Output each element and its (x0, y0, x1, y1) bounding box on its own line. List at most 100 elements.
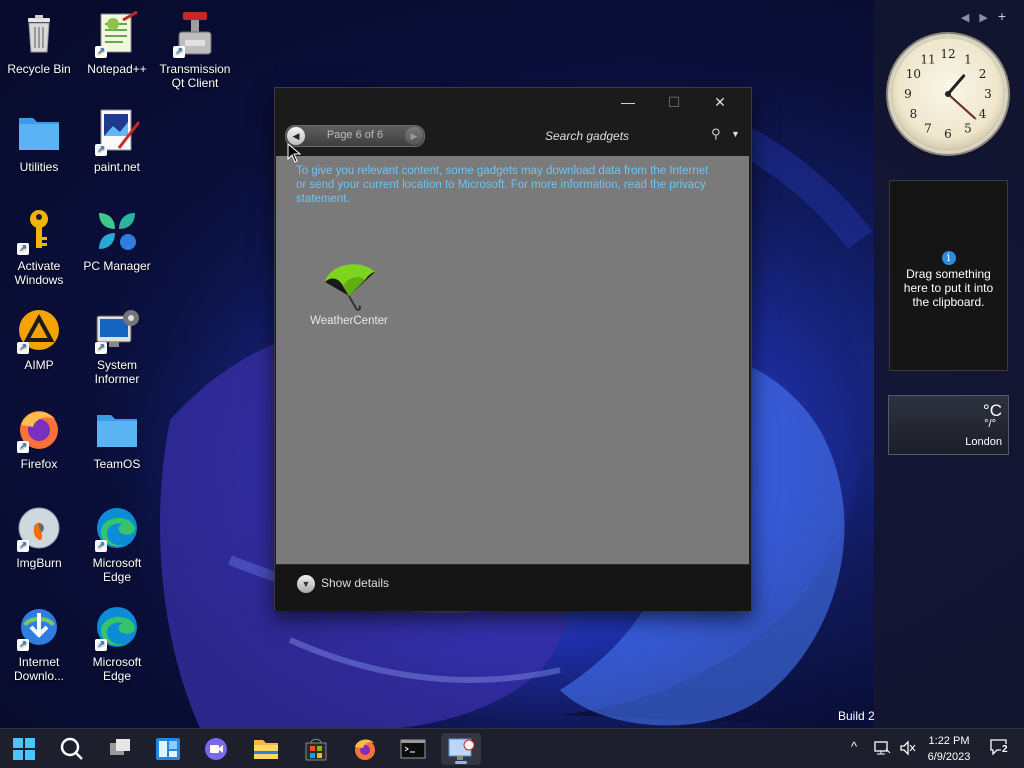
clock-numeral: 11 (920, 52, 935, 66)
desktop-icon-microsoft-edge[interactable]: ↗ Microsoft Edge (79, 504, 155, 584)
show-details-button[interactable]: Show details (321, 576, 389, 590)
build-watermark: Build 2 (838, 709, 875, 723)
folder-icon (93, 405, 141, 453)
file-explorer-button[interactable] (246, 733, 286, 765)
shortcut-arrow-icon: ↗ (95, 342, 107, 354)
desktop-icon-pc-manager[interactable]: PC Manager (79, 207, 155, 273)
desktop-icon-aimp[interactable]: ↗ AIMP (1, 306, 77, 372)
page-indicator: Page 6 of 6 (326, 129, 384, 141)
desktop-gadgets-button[interactable] (441, 733, 481, 765)
info-icon: i (941, 251, 956, 265)
widgets-icon (156, 738, 180, 760)
start-button[interactable] (4, 733, 44, 765)
desktop-icon-activate-windows[interactable]: ↗ Activate Windows (1, 207, 77, 287)
clock-time: 1:22 PM (928, 735, 970, 747)
gadget-item-weathercenter[interactable]: WeatherCenter (306, 256, 392, 327)
sidebar-nav: ◀▶+ (961, 8, 1016, 24)
minimize-button[interactable]: — (605, 88, 651, 116)
taskbar-search-button[interactable] (52, 733, 92, 765)
widgets-button[interactable] (148, 733, 188, 765)
search-gadgets-input[interactable]: Search gadgets (545, 129, 629, 143)
clock-numeral: 3 (984, 87, 992, 101)
gadget-gallery-window: — ☐ ✕ ◀ Page 6 of 6 ▶ Search gadgets ⚲ ▼… (274, 87, 752, 611)
desktop-icon-transmission[interactable]: ↗ Transmission Qt Client (157, 10, 233, 90)
clock-numeral: 5 (964, 122, 972, 136)
desktop-icon-microsoft-edge-2[interactable]: ↗ Microsoft Edge (79, 603, 155, 683)
desktop-icon-label: Utilities (19, 160, 59, 174)
shortcut-arrow-icon: ↗ (17, 639, 29, 651)
gadget-label: WeatherCenter (310, 315, 388, 327)
search-icon (60, 737, 83, 760)
task-view-button[interactable] (100, 733, 140, 765)
system-clock[interactable]: 1:22 PM 6/9/2023 (922, 733, 976, 765)
clipboard-gadget[interactable]: i Drag something here to put it into the… (889, 180, 1008, 371)
transmission-icon: ↗ (171, 10, 219, 58)
clock-numeral: 10 (906, 67, 921, 81)
umbrella-icon (325, 264, 375, 311)
desktop-icon-system-informer[interactable]: ↗ System Informer (79, 306, 155, 386)
desktop-icon-label: Firefox (20, 457, 58, 471)
desktop-icon-teamos[interactable]: TeamOS (79, 405, 155, 471)
clock-numeral: 2 (979, 67, 987, 81)
desktop-icon-recycle-bin[interactable]: Recycle Bin (1, 10, 77, 76)
aimp-icon: ↗ (15, 306, 63, 354)
chevron-down-icon[interactable]: ▼ (731, 129, 740, 139)
clock-gadget[interactable]: 1 2 3 4 5 6 7 8 9 10 11 12 (892, 38, 1004, 150)
maximize-button[interactable]: ☐ (651, 88, 697, 116)
gallery-footer: ▼ Show details (275, 564, 751, 611)
sidebar-prev-button[interactable]: ◀ (961, 12, 979, 24)
clock-hour-hand (946, 74, 966, 96)
edge-icon: ↗ (93, 504, 141, 552)
folder-icon (15, 108, 63, 156)
desktop-icon-label: Notepad++ (87, 62, 147, 76)
chevron-down-icon[interactable]: ▼ (297, 575, 315, 593)
desktop-icon-firefox[interactable]: ↗ Firefox (1, 405, 77, 471)
clock-numeral: 6 (944, 127, 952, 141)
desktop-icon-imgburn[interactable]: ↗ ImgBurn (1, 504, 77, 570)
mouse-cursor-icon (287, 143, 301, 163)
clock-second-hand (947, 93, 977, 120)
terminal-button[interactable] (393, 733, 433, 765)
desktop-icon-utilities[interactable]: Utilities (1, 108, 77, 174)
firefox-icon: ↗ (15, 405, 63, 453)
desktop-icon-internet-download-manager[interactable]: ↗ Internet Downlo... (1, 603, 77, 683)
sidebar-next-button[interactable]: ▶ (979, 12, 997, 24)
shortcut-arrow-icon: ↗ (173, 46, 185, 58)
gallery-toolbar: ◀ Page 6 of 6 ▶ Search gadgets ⚲ ▼ (275, 118, 751, 154)
clock-numeral: 7 (924, 122, 932, 136)
microsoft-store-button[interactable] (296, 733, 336, 765)
imgburn-icon: ↗ (15, 504, 63, 552)
notepad-plus-plus-icon: ↗ (93, 10, 141, 58)
shortcut-arrow-icon: ↗ (17, 342, 29, 354)
shortcut-arrow-icon: ↗ (95, 540, 107, 552)
windows-logo-icon (13, 738, 35, 760)
clock-numeral: 12 (940, 47, 955, 61)
task-view-icon (110, 739, 130, 755)
desktop-icon-label: AIMP (24, 358, 54, 372)
shortcut-arrow-icon: ↗ (17, 540, 29, 552)
weather-gadget[interactable]: °C °/° London (888, 395, 1009, 455)
desktop-icon-label: Recycle Bin (7, 62, 71, 76)
firefox-taskbar-button[interactable] (345, 733, 385, 765)
desktop-icon-label: Activate Windows (14, 259, 64, 287)
shortcut-arrow-icon: ↗ (95, 46, 107, 58)
search-icon[interactable]: ⚲ (711, 126, 721, 142)
privacy-notice[interactable]: To give you relevant content, some gadge… (296, 164, 716, 206)
internet-download-manager-icon: ↗ (15, 603, 63, 651)
show-hidden-icons-button[interactable]: ^ (851, 739, 857, 754)
shortcut-arrow-icon: ↗ (17, 243, 29, 255)
key-icon: ↗ (15, 207, 63, 255)
volume-muted-icon[interactable] (899, 740, 917, 756)
network-icon[interactable] (873, 740, 891, 756)
desktop-icon-paint-net[interactable]: ↗ paint.net (79, 108, 155, 174)
next-page-button[interactable]: ▶ (405, 127, 423, 145)
meet-button[interactable] (196, 733, 236, 765)
close-button[interactable]: ✕ (697, 88, 743, 116)
notification-center-button[interactable]: 2 (990, 739, 1016, 759)
desktop-icon-notepad-plus-plus[interactable]: ↗ Notepad++ (79, 10, 155, 76)
edge-icon: ↗ (93, 603, 141, 651)
title-bar[interactable]: — ☐ ✕ (275, 88, 751, 118)
desktop-icon-label: Microsoft Edge (92, 655, 142, 683)
sidebar-add-button[interactable]: + (998, 8, 1016, 24)
shortcut-arrow-icon: ↗ (17, 441, 29, 453)
